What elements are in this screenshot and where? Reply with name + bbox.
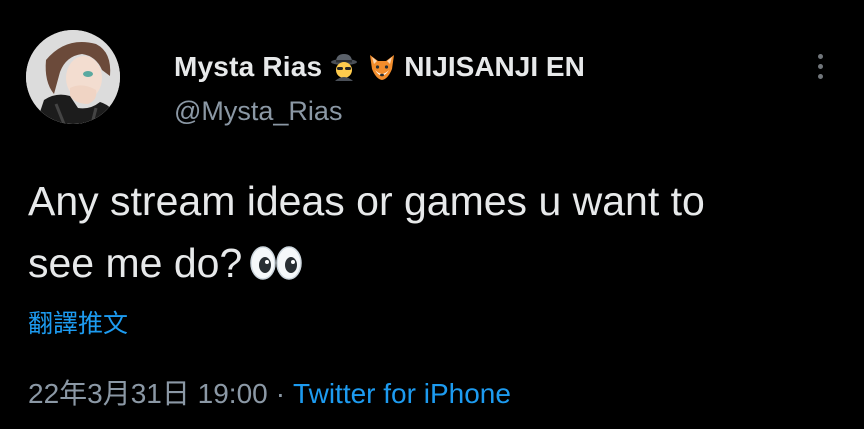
tweet-text-line: see me do? [28, 232, 838, 294]
tweet-text-segment: see me do? [28, 240, 243, 286]
fox-emoji-icon [366, 51, 398, 83]
tweet-card: Mysta Rias NIJISANJI EN @Mysta_Rias Any … [0, 0, 864, 429]
tweet-text-line: Any stream ideas or games u want to [28, 178, 705, 224]
author-name-row[interactable]: Mysta Rias NIJISANJI EN [174, 50, 585, 84]
tweet-text: Any stream ideas or games u want to see … [28, 170, 838, 294]
tweet-timestamp[interactable]: 22年3月31日 19:00 [28, 378, 268, 409]
detective-emoji-icon [328, 51, 360, 83]
translate-tweet-link[interactable]: 翻譯推文 [28, 304, 128, 340]
more-dot-icon [817, 63, 823, 69]
eyes-emoji-icon [248, 236, 304, 280]
author-handle[interactable]: @Mysta_Rias [174, 96, 342, 127]
tweet-source-link[interactable]: Twitter for iPhone [293, 378, 511, 409]
avatar-image [26, 30, 120, 124]
more-dot-icon [817, 73, 823, 79]
tweet-meta: 22年3月31日 19:00 · Twitter for iPhone [28, 372, 511, 412]
more-dot-icon [817, 53, 823, 59]
display-name[interactable]: Mysta Rias [174, 51, 322, 83]
avatar[interactable] [26, 30, 120, 124]
meta-separator: · [275, 378, 286, 409]
display-name-suffix: NIJISANJI EN [404, 51, 585, 82]
more-options-button[interactable] [808, 50, 832, 82]
